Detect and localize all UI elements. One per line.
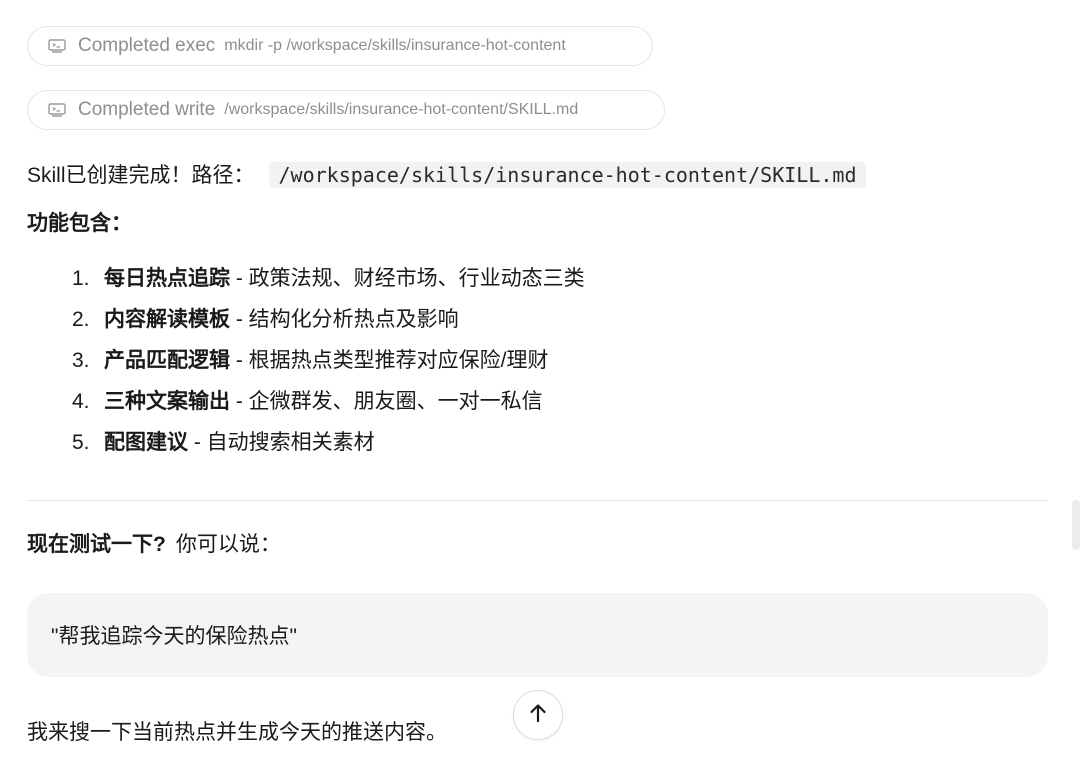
tool-call-exec[interactable]: Completed exec mkdir -p /workspace/skill… xyxy=(27,26,653,66)
features-heading: 功能包含： xyxy=(27,212,132,235)
list-number: 1. xyxy=(72,267,90,290)
tool-call-status: Completed write xyxy=(78,99,216,120)
list-item: 3. 产品匹配逻辑 - 根据热点类型推荐对应保险/理财 xyxy=(72,340,585,381)
tool-call-detail: mkdir -p /workspace/skills/insurance-hot… xyxy=(224,37,566,54)
list-number: 5. xyxy=(72,431,90,454)
list-number: 4. xyxy=(72,390,90,413)
list-item: 2. 内容解读模板 - 结构化分析热点及影响 xyxy=(72,299,585,340)
feature-list: 1. 每日热点追踪 - 政策法规、财经市场、行业动态三类 2. 内容解读模板 - 结… xyxy=(72,258,585,463)
example-quote: "帮我追踪今天的保险热点" xyxy=(27,593,1048,677)
skill-path-code: /workspace/skills/insurance-hot-content/… xyxy=(268,162,867,188)
list-item: 4. 三种文案输出 - 企微群发、朋友圈、一对一私信 xyxy=(72,381,585,422)
intro-line: Skill已创建完成！路径： /workspace/skills/insuranc… xyxy=(27,160,867,191)
list-number: 3. xyxy=(72,349,90,372)
feature-desc: - 政策法规、财经市场、行业动态三类 xyxy=(230,267,585,290)
feature-desc: - 自动搜索相关素材 xyxy=(188,431,375,454)
feature-title: 产品匹配逻辑 xyxy=(104,349,230,372)
terminal-icon xyxy=(48,103,66,117)
closing-line: 我来搜一下当前热点并生成今天的推送内容。 xyxy=(27,721,447,744)
tool-call-write[interactable]: Completed write /workspace/skills/insura… xyxy=(27,90,665,130)
intro-text: Skill已创建完成！路径： xyxy=(27,164,255,187)
feature-title: 内容解读模板 xyxy=(104,308,230,331)
chat-transcript: Completed exec mkdir -p /workspace/skill… xyxy=(0,0,1080,772)
scroll-to-top-button[interactable] xyxy=(513,690,563,740)
feature-title: 三种文案输出 xyxy=(104,390,230,413)
test-prompt-rest: 你可以说： xyxy=(175,533,281,556)
list-number: 2. xyxy=(72,308,90,331)
feature-title: 每日热点追踪 xyxy=(104,267,230,290)
feature-title: 配图建议 xyxy=(104,431,188,454)
arrow-up-icon xyxy=(527,702,549,729)
feature-desc: - 根据热点类型推荐对应保险/理财 xyxy=(230,349,549,372)
terminal-icon xyxy=(48,39,66,53)
test-prompt-bold: 现在测试一下? xyxy=(27,533,166,556)
test-prompt: 现在测试一下? 你可以说： xyxy=(27,530,281,560)
section-divider xyxy=(27,500,1048,501)
list-item: 5. 配图建议 - 自动搜索相关素材 xyxy=(72,422,585,463)
scrollbar-thumb[interactable] xyxy=(1072,500,1080,550)
example-quote-text: "帮我追踪今天的保险热点" xyxy=(51,625,297,648)
tool-call-detail: /workspace/skills/insurance-hot-content/… xyxy=(224,101,579,118)
feature-desc: - 结构化分析热点及影响 xyxy=(230,308,459,331)
feature-desc: - 企微群发、朋友圈、一对一私信 xyxy=(230,390,543,413)
tool-call-status: Completed exec xyxy=(78,35,216,56)
list-item: 1. 每日热点追踪 - 政策法规、财经市场、行业动态三类 xyxy=(72,258,585,299)
